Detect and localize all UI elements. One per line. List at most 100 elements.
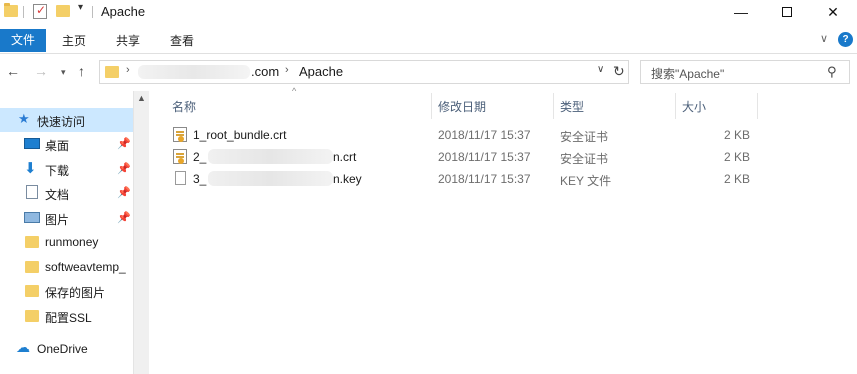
file-name-prefix[interactable]: 2_ xyxy=(193,150,206,164)
sidebar-item-onedrive[interactable]: ☁ OneDrive xyxy=(0,337,133,361)
sidebar-item-label: 下载 xyxy=(45,164,70,178)
search-icon[interactable]: ⚲ xyxy=(827,64,837,80)
breadcrumb-apache[interactable]: Apache xyxy=(299,64,343,79)
certificate-icon xyxy=(173,149,187,164)
navigation-bar: ← → ▾ ↑ › .com › Apache ∨ ↻ 搜索"Apache" ⚲ xyxy=(0,56,857,88)
sidebar-item-label: softweavtemp_ xyxy=(45,260,126,274)
search-placeholder: 搜索"Apache" xyxy=(651,67,725,81)
column-divider[interactable] xyxy=(431,93,432,119)
file-date: 2018/11/17 15:37 xyxy=(438,172,531,186)
address-bar[interactable]: › .com › Apache ∨ ↻ xyxy=(99,60,629,84)
column-header-type[interactable]: 类型 xyxy=(560,98,584,124)
maximize-button[interactable] xyxy=(764,0,810,26)
recent-locations-dropdown[interactable]: ▾ xyxy=(61,67,66,78)
column-divider[interactable] xyxy=(757,93,758,119)
back-button[interactable]: ← xyxy=(6,63,20,79)
customize-quick-access-dropdown[interactable]: ▾ xyxy=(78,2,83,13)
breadcrumb-domain[interactable]: .com xyxy=(251,64,279,79)
folder-icon xyxy=(25,236,39,248)
redacted-text xyxy=(208,149,333,164)
maximize-icon xyxy=(782,7,792,17)
sidebar-item-ssl-config[interactable]: 配置SSL xyxy=(0,304,133,328)
file-row[interactable]: 2_ n.crt 2018/11/17 15:37 安全证书 2 KB xyxy=(168,146,768,168)
help-icon[interactable]: ? xyxy=(838,32,853,47)
file-name-suffix[interactable]: n.crt xyxy=(333,150,356,164)
file-date: 2018/11/17 15:37 xyxy=(438,150,531,164)
breadcrumb-chevron-icon[interactable]: › xyxy=(126,64,130,76)
refresh-icon[interactable]: ↻ xyxy=(613,63,625,80)
search-box[interactable]: 搜索"Apache" ⚲ xyxy=(640,60,850,84)
picture-icon xyxy=(24,212,40,223)
file-name[interactable]: 1_root_bundle.crt xyxy=(193,128,286,142)
sidebar-item-label: 图片 xyxy=(45,213,70,227)
file-icon xyxy=(175,171,186,185)
star-icon: ★ xyxy=(18,111,30,126)
file-date: 2018/11/17 15:37 xyxy=(438,128,531,142)
navigation-pane-scrollbar[interactable]: ▲ xyxy=(133,91,149,374)
folder-icon xyxy=(25,310,39,322)
folder-icon xyxy=(4,3,18,17)
file-size: 2 KB xyxy=(723,172,750,186)
column-divider[interactable] xyxy=(675,93,676,119)
pin-icon: 📌 xyxy=(117,163,131,175)
sidebar-item-label: 保存的图片 xyxy=(45,286,106,300)
column-header-date[interactable]: 修改日期 xyxy=(438,98,486,124)
sort-ascending-icon: ^ xyxy=(292,86,297,96)
pin-icon: 📌 xyxy=(117,212,131,224)
tab-view[interactable]: 查看 xyxy=(166,31,198,51)
up-button[interactable]: ↑ xyxy=(78,63,85,79)
sidebar-item-label: 桌面 xyxy=(45,139,70,153)
close-button[interactable]: ✕ xyxy=(810,0,856,26)
sidebar-item-saved-pictures[interactable]: 保存的图片 xyxy=(0,279,133,303)
file-name-prefix[interactable]: 3_ xyxy=(193,172,206,186)
folder-icon xyxy=(105,66,119,78)
address-history-dropdown[interactable]: ∨ xyxy=(597,64,604,75)
tab-file[interactable]: 文件 xyxy=(0,29,46,52)
desktop-icon xyxy=(24,138,40,149)
navigation-pane: ★ 快速访问 桌面 📌 ⬇ 下载 📌 文档 📌 图片 📌 runmoney so… xyxy=(0,91,150,374)
column-header-name[interactable]: 名称 xyxy=(172,98,196,124)
sidebar-item-quick-access[interactable]: ★ 快速访问 xyxy=(0,108,133,132)
breadcrumb-chevron-icon[interactable]: › xyxy=(285,64,289,76)
sidebar-item-label: 配置SSL xyxy=(45,311,92,325)
certificate-icon xyxy=(173,127,187,142)
properties-icon[interactable]: ✓ xyxy=(33,3,47,19)
separator xyxy=(92,6,93,18)
sidebar-item-documents[interactable]: 文档 📌 xyxy=(0,181,133,205)
minimize-button[interactable]: — xyxy=(718,0,764,26)
expand-ribbon-icon[interactable]: ∨ xyxy=(820,32,828,45)
forward-button[interactable]: → xyxy=(34,63,48,79)
sidebar-item-softweavtemp[interactable]: softweavtemp_ xyxy=(0,255,133,279)
redacted-text xyxy=(138,65,250,79)
sidebar-item-label: runmoney xyxy=(45,235,99,249)
folder-icon xyxy=(25,261,39,273)
file-row[interactable]: 3_ n.key 2018/11/17 15:37 KEY 文件 2 KB xyxy=(168,168,768,190)
file-type: 安全证书 xyxy=(560,152,609,166)
file-name-suffix[interactable]: n.key xyxy=(333,172,362,186)
pin-icon: 📌 xyxy=(117,138,131,150)
folder-icon xyxy=(25,285,39,297)
tab-share[interactable]: 共享 xyxy=(112,31,144,51)
sidebar-item-runmoney[interactable]: runmoney xyxy=(0,230,133,254)
file-type: 安全证书 xyxy=(560,130,609,144)
ribbon-tabs: 文件 主页 共享 查看 ∨ ? xyxy=(0,26,857,54)
redacted-text xyxy=(208,171,333,186)
column-header-size[interactable]: 大小 xyxy=(682,98,706,124)
new-folder-icon[interactable] xyxy=(56,5,70,17)
tab-home[interactable]: 主页 xyxy=(58,31,90,51)
sidebar-item-downloads[interactable]: ⬇ 下载 📌 xyxy=(0,157,133,181)
sidebar-item-label: 文档 xyxy=(45,188,70,202)
file-row[interactable]: 1_root_bundle.crt 2018/11/17 15:37 安全证书 … xyxy=(168,124,768,146)
sidebar-item-label: OneDrive xyxy=(37,342,88,356)
sidebar-item-desktop[interactable]: 桌面 📌 xyxy=(0,132,133,156)
file-type: KEY 文件 xyxy=(560,174,612,188)
column-divider[interactable] xyxy=(553,93,554,119)
pin-icon: 📌 xyxy=(117,187,131,199)
sidebar-item-pictures[interactable]: 图片 📌 xyxy=(0,206,133,230)
file-size: 2 KB xyxy=(723,150,750,164)
document-icon xyxy=(26,185,38,199)
title-bar: ✓ ▾ Apache — ✕ xyxy=(0,0,857,26)
scroll-up-icon[interactable]: ▲ xyxy=(137,93,146,103)
separator xyxy=(23,6,24,18)
file-size: 2 KB xyxy=(723,128,750,142)
